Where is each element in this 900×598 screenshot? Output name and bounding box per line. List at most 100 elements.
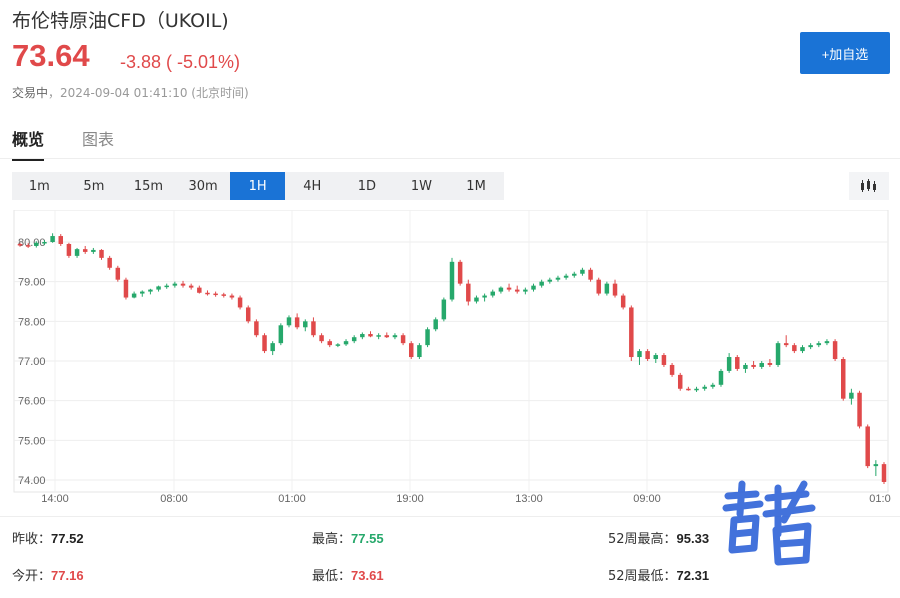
candlestick-chart[interactable]: 80.00 79.00 78.00 77.00 76.00 75.00 74.00 14:00…: [0, 210, 900, 510]
candle-body: [808, 345, 813, 348]
candle-body: [563, 275, 569, 278]
candle-body: [433, 319, 438, 330]
stat-prev-close-label: 昨收：: [12, 532, 52, 547]
candle-body: [270, 343, 275, 352]
candle-body: [34, 242, 39, 246]
candle-body: [669, 364, 675, 375]
candle-body: [409, 343, 414, 358]
candle-body: [694, 388, 699, 391]
interval-1d[interactable]: 1D: [340, 172, 395, 200]
price-change: -3.88 ( -5.01%): [120, 52, 241, 72]
candle-body: [213, 293, 218, 296]
stat-52w-high: 52周最高：95.33: [608, 528, 709, 547]
candle-body: [572, 273, 577, 276]
interval-1mo[interactable]: 1M: [449, 172, 504, 200]
interval-30m[interactable]: 30m: [176, 172, 231, 200]
candle-body: [140, 291, 145, 294]
y-tick-label: 78.00: [18, 316, 46, 328]
candle-body: [131, 293, 137, 298]
candle-body: [319, 335, 324, 342]
candle-body: [677, 374, 683, 389]
candle-body: [881, 464, 887, 482]
interval-1h[interactable]: 1H: [230, 172, 285, 200]
stat-prev-close-value: 77.52: [51, 531, 84, 546]
interval-5m[interactable]: 5m: [67, 172, 122, 200]
y-tick-label: 76.00: [18, 396, 46, 408]
candle-body: [376, 335, 381, 337]
candle-body: [392, 335, 398, 338]
interval-1w[interactable]: 1W: [394, 172, 449, 200]
candle-body: [637, 351, 642, 358]
candle-body: [172, 283, 178, 286]
candle-body: [17, 243, 23, 246]
y-tick-label: 75.00: [18, 435, 46, 447]
candle-body: [237, 297, 243, 308]
candle-body: [816, 343, 822, 346]
candle-body: [441, 299, 447, 320]
stat-52w-low-value: 72.31: [676, 568, 710, 583]
candle-body: [800, 347, 805, 352]
tab-chart[interactable]: 图表: [82, 126, 114, 161]
add-to-watchlist-button[interactable]: +加自选: [800, 32, 890, 74]
candle-body: [245, 307, 251, 322]
trading-status: 交易中，2024-09-04 01:41:10 (北京时间): [12, 84, 249, 101]
chart-type-button[interactable]: [849, 172, 889, 200]
stat-52w-high-label: 52周最高：: [608, 532, 677, 547]
candle-body: [726, 357, 732, 371]
candle-body: [99, 249, 104, 258]
candle-body: [335, 344, 341, 346]
stat-52w-low-label: 52周最低：: [608, 569, 677, 584]
candle-body: [783, 343, 789, 346]
stat-high-value: 77.55: [351, 531, 384, 546]
candle-body: [25, 245, 31, 247]
candle-body: [278, 325, 284, 344]
interval-selector: 1m 5m 15m 30m 1H 4H 1D 1W 1M: [12, 172, 504, 200]
interval-15m[interactable]: 15m: [121, 172, 176, 200]
candle-body: [547, 279, 553, 282]
stat-low: 最低：73.61: [312, 565, 384, 584]
candle-body: [865, 426, 870, 467]
candle-body: [58, 236, 63, 244]
candle-body: [351, 337, 357, 342]
interval-1m[interactable]: 1m: [12, 172, 67, 200]
tab-overview[interactable]: 概览: [12, 126, 45, 161]
candle-body: [368, 334, 373, 337]
candle-body: [474, 297, 479, 302]
candle-body: [286, 317, 292, 326]
x-tick-label: 01:00: [278, 493, 306, 505]
x-tick-label: 01:0: [869, 493, 890, 505]
tab-divider: [0, 158, 900, 159]
stat-open-value: 77.16: [51, 568, 84, 583]
candle-body: [514, 289, 520, 292]
stat-high-label: 最高：: [312, 532, 352, 547]
candle-body: [42, 242, 47, 244]
last-price: 73.64: [12, 38, 90, 73]
chart-frame: [13, 210, 889, 493]
x-tick-label: 19:00: [396, 493, 424, 505]
candle-body: [849, 392, 854, 399]
stat-prev-close: 昨收：77.52: [12, 528, 84, 547]
candle-body: [523, 289, 528, 292]
candle-body: [580, 269, 585, 274]
candle-body: [702, 386, 707, 389]
candle-body: [686, 388, 691, 391]
y-tick-label: 79.00: [18, 277, 46, 289]
instrument-title: 布伦特原油CFD（UKOIL): [12, 10, 229, 32]
candle-body: [857, 392, 862, 427]
candle-body: [254, 321, 259, 336]
candle-body: [311, 321, 316, 336]
candle-body: [197, 287, 202, 293]
candle-body: [384, 335, 390, 338]
candle-body: [115, 267, 121, 280]
candle-body: [604, 283, 610, 294]
stat-52w-high-value: 95.33: [676, 531, 710, 546]
candle-body: [792, 345, 797, 352]
candle-body: [832, 341, 838, 360]
candle-body: [50, 236, 55, 242]
candle-body: [531, 285, 536, 290]
stat-52w-low: 52周最低：72.31: [608, 565, 709, 584]
candle-body: [743, 364, 748, 369]
interval-4h[interactable]: 4H: [285, 172, 340, 200]
price-chart[interactable]: 80.00 79.00 78.00 77.00 76.00 75.00 74.00 14:00…: [0, 210, 900, 510]
candle-body: [449, 261, 455, 300]
